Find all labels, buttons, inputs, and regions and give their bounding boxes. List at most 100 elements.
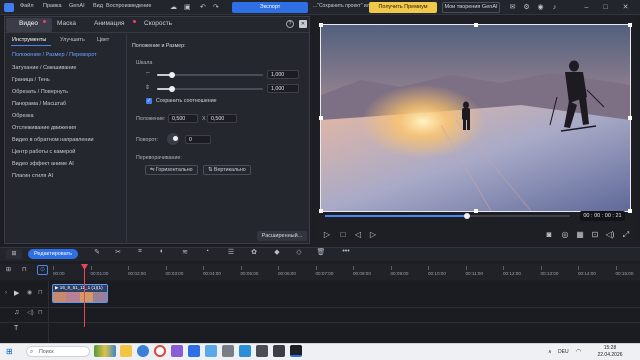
next-frame-icon[interactable]: ▷ [368,230,378,239]
fit-icon[interactable]: ⊡ [590,230,600,239]
get-premium-button[interactable]: Получить Премиум [369,2,437,13]
close-icon[interactable]: ✕ [621,3,630,12]
palette-icon[interactable]: ✿ [249,248,259,256]
expand-track-icon[interactable]: › [5,290,7,296]
menu-playback[interactable]: Воспроизведение [106,3,151,9]
close-panel-icon[interactable]: ✕ [299,20,307,28]
file-explorer-icon[interactable] [120,345,132,357]
app-icon-5[interactable] [273,345,285,357]
resize-handle-bl[interactable] [319,209,323,213]
resize-handle-left[interactable] [319,116,323,120]
chevron-up-icon[interactable]: ∧ [548,349,552,355]
audio-wave-icon[interactable]: ≋ [180,248,190,256]
flip-horizontal-button[interactable]: ⇋ Горизонтально [145,165,198,175]
video-preview[interactable] [319,23,632,213]
lock-icon[interactable]: ⊓ [38,289,43,296]
fullscreen-icon[interactable]: ⤢ [621,230,631,240]
keyframe-icon[interactable]: ◆ [272,248,282,256]
scale-x-slider[interactable] [157,72,263,78]
undo-icon[interactable]: ↶ [200,3,206,11]
wifi-icon[interactable]: ◠ [576,348,581,355]
menu-genai[interactable]: GenAI [69,3,85,9]
scale-x-knob[interactable] [168,72,175,78]
play-icon[interactable]: ▷ [322,230,332,239]
list-item-camera-center[interactable]: Центр работы с камерой [12,149,75,155]
resize-handle-tl[interactable] [319,23,323,27]
list-item-reverse-video[interactable]: Видео в обратном направлении [12,137,94,143]
rotation-dial[interactable] [167,133,179,145]
my-genai-creations-button[interactable]: Мои творения GenAI [442,2,500,13]
app-icon-3[interactable] [239,345,251,357]
scale-y-field[interactable]: 1,000 [267,84,299,93]
position-y-field[interactable]: 0,500 [207,114,237,123]
app-icon-2[interactable] [222,345,234,357]
rotation-knob[interactable] [173,136,178,141]
language-indicator[interactable]: DEU [558,349,569,355]
save-icon[interactable]: ▣ [184,3,191,11]
crop-icon[interactable]: ⌗ [135,248,145,256]
gear-icon[interactable]: ⚙ [522,3,531,12]
subtab-enhance[interactable]: Улучшить [60,37,85,43]
help-icon[interactable]: ? [286,20,294,28]
pen-icon[interactable]: ✎ [92,248,102,256]
list-item-motion-tracking[interactable]: Отслеживание движения [12,125,76,131]
flip-vertical-button[interactable]: ⇅ Вертикально [203,165,251,175]
tab-video[interactable]: Видео [19,20,38,27]
volume-icon[interactable]: ◁) [605,230,615,239]
mute-icon[interactable]: ◁) [27,309,34,316]
video-clip[interactable]: ▶ 16_9_51_11_1 (1)(1) [52,284,108,303]
list-item-ai-anime[interactable]: Видео эффект аниме AI [12,161,74,167]
playhead[interactable] [84,265,85,327]
chrome-icon[interactable] [154,345,166,357]
position-x-field[interactable]: 0,500 [168,114,198,123]
app-logo-icon[interactable] [4,3,14,12]
resize-handle-br[interactable] [628,209,632,213]
audio-lock-icon[interactable]: ⊓ [38,309,43,316]
resize-handle-bottom[interactable] [474,209,478,213]
list-item-position-size-flip[interactable]: Положение / Размер / Переворот [12,52,97,58]
list-item-fade-blend[interactable]: Затухание / Смешивание [12,65,76,71]
prev-frame-icon[interactable]: ◁ [353,230,363,239]
edit-button[interactable]: Редактировать [28,249,78,259]
mask-icon[interactable]: ◐ [157,248,167,255]
snapshot-icon[interactable]: ◙ [544,230,554,239]
notification-icon[interactable]: ✉ [508,3,517,12]
advanced-button[interactable]: Расширенный... [257,231,307,241]
scissors-icon[interactable]: ✂ [113,248,123,256]
layout-icon[interactable]: ⊞ [6,249,22,259]
video-editor-app-icon[interactable] [290,345,302,357]
clock-time[interactable]: 15:28 [590,345,630,351]
browser-icon[interactable] [137,345,149,357]
tab-animation[interactable]: Анимация [94,20,125,27]
speed-icon[interactable]: ◔ [202,248,212,255]
list-item-crop-rotate[interactable]: Обрезать / Повернуть [12,89,68,95]
menu-file[interactable]: Файл [20,3,34,9]
grid-icon[interactable]: ▦ [575,230,585,239]
menu-edit[interactable]: Правка [43,3,62,9]
delete-icon[interactable]: 🗑 [316,248,326,256]
quality-icon[interactable]: ◎ [560,230,570,239]
marker-icon[interactable]: ◇ [294,248,304,256]
taskbar-search[interactable]: ⌕ Поиск [26,346,90,357]
playback-track[interactable] [467,215,570,217]
list-item-trim[interactable]: Обрезка [12,113,34,119]
adjust-icon[interactable]: ☰ [226,248,236,256]
playback-progress[interactable] [325,215,468,217]
app-icon-1[interactable] [205,345,217,357]
minimize-icon[interactable]: – [582,3,591,12]
store-icon[interactable] [188,345,200,357]
bell-icon[interactable]: ♪ [550,3,559,12]
eye-icon[interactable]: ◉ [27,289,32,296]
clock-date[interactable]: 22.04.2026 [590,352,630,358]
user-icon[interactable]: ◉ [536,3,545,12]
add-track-icon[interactable]: ⊞ [6,266,16,275]
maximize-icon[interactable]: □ [601,3,610,12]
yahoo-icon[interactable] [171,345,183,357]
cloud-icon[interactable]: ☁ [170,3,177,11]
keep-ratio-checkbox[interactable]: ✓ [146,98,152,104]
redo-icon[interactable]: ↷ [213,3,219,11]
link-icon[interactable]: ⊙ [37,265,48,275]
subtab-tools[interactable]: Инструменты [12,37,46,43]
subtab-color[interactable]: Цвет [97,37,109,43]
rotation-field[interactable]: 0 [185,135,211,144]
